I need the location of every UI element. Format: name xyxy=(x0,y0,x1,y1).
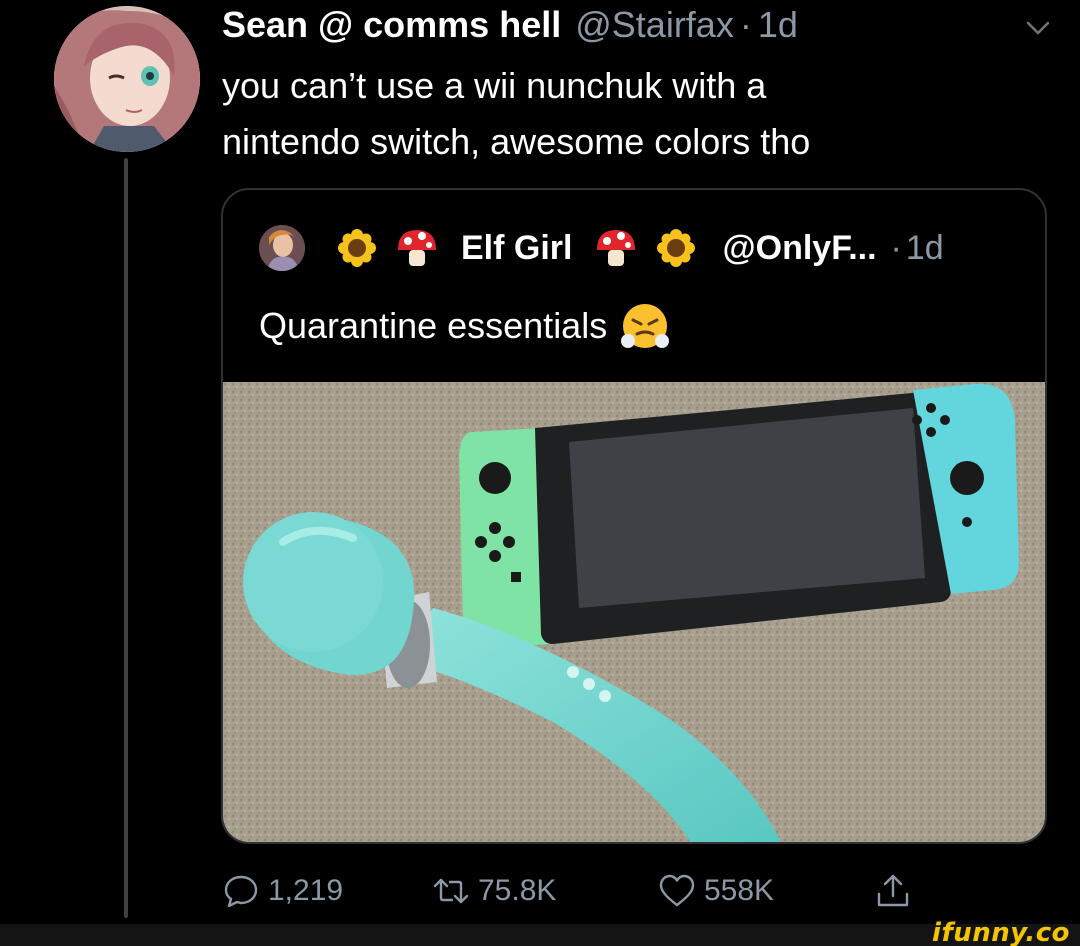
retweet-icon xyxy=(433,878,469,904)
author-name[interactable]: Sean @ comms hell xyxy=(222,2,561,48)
author-handle[interactable]: @Stairfax xyxy=(575,2,734,48)
sunflower-icon xyxy=(338,229,376,267)
bottom-bar xyxy=(0,924,1080,946)
like-button[interactable]: 558K xyxy=(658,866,774,916)
tweet-text-line: nintendo switch, awesome colors tho xyxy=(222,121,811,162)
retweet-count: 75.8K xyxy=(478,874,557,907)
share-button[interactable] xyxy=(874,866,920,916)
heart-icon xyxy=(659,874,695,907)
face-with-steam-from-nose-icon xyxy=(621,304,670,348)
quoted-author-avatar xyxy=(259,225,305,271)
quoted-tweet-text-content: Quarantine essentials xyxy=(259,305,608,346)
share-icon xyxy=(877,874,909,907)
like-count: 558K xyxy=(704,874,775,907)
quoted-tweet-card[interactable]: Elf Girl @OnlyF... · 1d Quarantine essen… xyxy=(221,188,1047,844)
retweet-button[interactable]: 75.8K xyxy=(432,866,556,916)
tweet-time[interactable]: 1d xyxy=(758,2,798,48)
chevron-down-icon[interactable] xyxy=(1024,14,1052,42)
tweet-media-photo[interactable] xyxy=(223,382,1047,844)
thread-line xyxy=(124,158,128,918)
tweet-header: Sean @ comms hell @Stairfax · 1d xyxy=(222,2,798,48)
quoted-tweet-text: Quarantine essentials xyxy=(259,298,679,354)
author-avatar[interactable] xyxy=(54,6,200,152)
sunflower-icon xyxy=(657,229,696,267)
quoted-author-handle[interactable]: @OnlyF... xyxy=(722,229,876,268)
separator-dot: · xyxy=(739,4,752,45)
reply-count: 1,219 xyxy=(268,874,344,907)
quoted-author-name[interactable]: Elf Girl xyxy=(461,229,572,268)
tweet-text-line: you can’t use a wii nunchuk with a xyxy=(222,65,767,106)
reply-icon xyxy=(224,875,258,908)
quoted-tweet-header: Elf Girl @OnlyF... · 1d xyxy=(259,220,944,276)
site-watermark: ifunny.co xyxy=(932,918,1070,946)
tweet-text: you can’t use a wii nunchuk with a ninte… xyxy=(222,58,1022,170)
tweet-action-bar: 1,219 75.8K 558K xyxy=(222,866,1022,916)
separator-dot: · xyxy=(890,228,902,267)
mushroom-icon xyxy=(398,230,436,266)
mushroom-icon xyxy=(597,230,636,266)
quoted-tweet-time[interactable]: 1d xyxy=(906,229,944,268)
reply-button[interactable]: 1,219 xyxy=(222,866,343,916)
